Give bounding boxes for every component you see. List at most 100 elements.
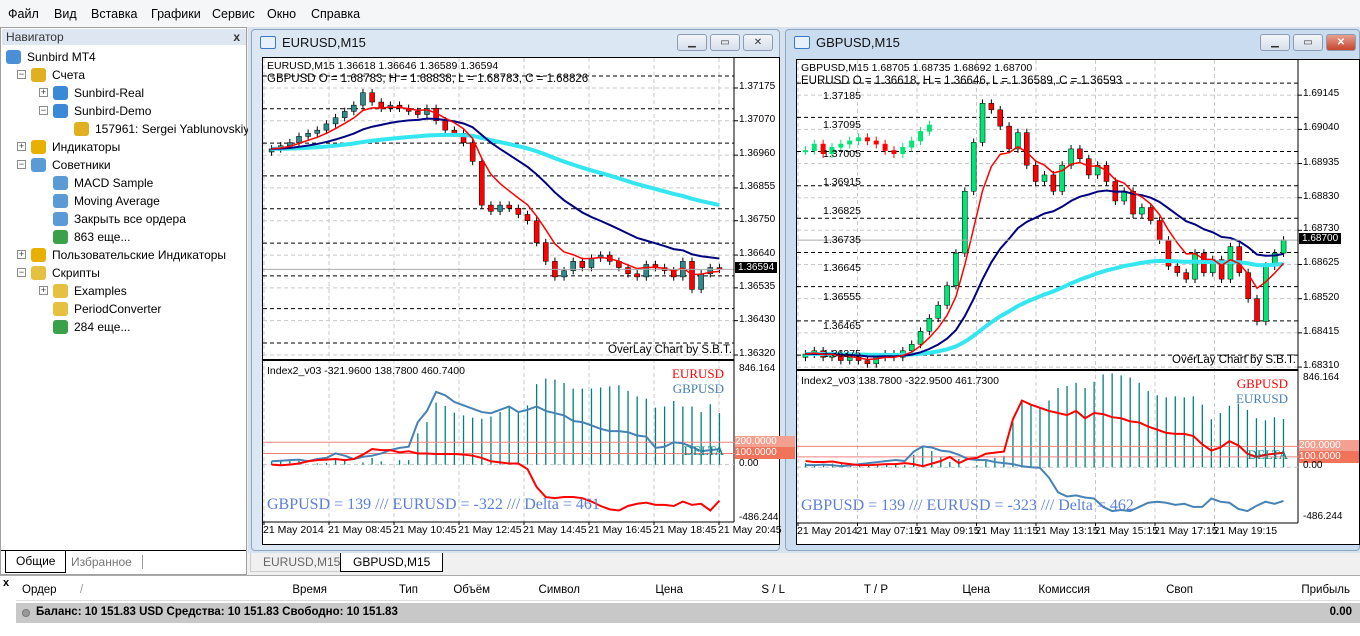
column-header-6[interactable]: S / L — [761, 584, 785, 596]
menu-file[interactable]: Файл — [8, 7, 39, 21]
bull-candle — [962, 190, 968, 254]
tree-item-server[interactable]: + Sunbird-Real — [31, 84, 241, 102]
status-dot-icon — [22, 609, 30, 617]
menu-insert[interactable]: Вставка — [91, 7, 137, 21]
collapse-icon[interactable]: − — [39, 106, 48, 115]
close-button[interactable]: ✕ — [743, 34, 773, 51]
globe-icon — [53, 320, 68, 334]
expand-icon[interactable]: + — [17, 142, 26, 151]
script-icon — [53, 284, 68, 298]
column-header-10[interactable]: Своп — [1166, 584, 1193, 596]
menu-charts[interactable]: Графики — [151, 7, 201, 21]
indicator-axis-label: 0.00 — [739, 457, 759, 469]
tree-item-indicator[interactable]: + Пользовательские Индикаторы — [9, 246, 241, 264]
chart-eurusd[interactable]: 21 May 2014 21 May 08:45 21 May 10:45 21 Ma… — [262, 57, 795, 545]
watermark: OverLay Chart by S.B.T. — [608, 344, 732, 356]
tree-item-server[interactable]: − Sunbird-Demo — [31, 102, 241, 120]
tree-item-globe[interactable]: 284 еще... — [31, 318, 241, 336]
tree-label: 157961: Sergei Yablunovskiy — [95, 122, 250, 136]
collapse-icon[interactable]: − — [17, 160, 26, 169]
bull-candle — [1280, 239, 1287, 254]
bear-candle — [524, 214, 531, 221]
tree-item-indicator[interactable]: + Индикаторы — [9, 138, 241, 156]
tree-item-accounts[interactable]: − Счета — [9, 66, 241, 84]
tree-label: 284 еще... — [74, 320, 131, 334]
navigator-close-icon[interactable]: x — [233, 29, 240, 45]
bear-candle — [625, 267, 631, 275]
tree-item-expert[interactable]: MACD Sample — [31, 174, 241, 192]
column-header-4[interactable]: Символ — [539, 584, 580, 596]
maximize-button[interactable]: ▭ — [710, 34, 740, 51]
bull-candle — [314, 129, 321, 134]
bear-candle — [506, 204, 512, 209]
expand-icon[interactable]: + — [39, 286, 48, 295]
minimize-button[interactable]: ▁ — [677, 34, 707, 51]
expand-icon[interactable]: + — [17, 250, 26, 259]
column-header-9[interactable]: Комиссия — [1038, 584, 1090, 596]
expand-icon[interactable]: + — [39, 88, 48, 97]
menu-tools[interactable]: Сервис — [212, 7, 255, 21]
column-header-5[interactable]: Цена — [655, 584, 683, 596]
maximize-button[interactable]: ▭ — [1293, 34, 1323, 51]
overlay-price-label: 1.37185 — [823, 90, 861, 103]
tree-item-script[interactable]: + Examples — [31, 282, 241, 300]
price-label: 1.68520 — [1303, 291, 1340, 303]
chart-gbpusd[interactable]: 21 May 2014 21 May 07:15 21 May 09:15 21 Ma… — [796, 59, 1360, 545]
bull-candle — [1263, 265, 1269, 322]
price-label: 1.36750 — [739, 213, 776, 225]
bear-candle — [1254, 298, 1260, 322]
time-label: 21 May 13:15 — [1035, 525, 1099, 537]
column-header-2[interactable]: Тип — [399, 584, 418, 596]
bull-candle — [561, 270, 567, 278]
bull-candle — [953, 252, 959, 286]
column-header-11[interactable]: Прибыль — [1301, 584, 1350, 596]
price-label: 1.36430 — [739, 313, 776, 325]
tree-item-user[interactable]: 157961: Sergei Yablunovskiy — [52, 120, 249, 138]
expert-icon — [53, 212, 68, 226]
column-header-8[interactable]: Цена — [962, 584, 990, 596]
navigator-tabs: Общие Избранное — [1, 550, 246, 574]
column-header-1[interactable]: Время — [292, 584, 327, 596]
tree-item-script[interactable]: − Скрипты — [9, 264, 241, 282]
balance-row[interactable]: Баланс: 10 151.83 USD Средства: 10 151.8… — [16, 603, 1360, 623]
time-label: 21 May 14:45 — [523, 524, 587, 536]
tree-item-expert[interactable]: Закрыть все ордера — [31, 210, 241, 228]
tree-item-script[interactable]: PeriodConverter — [31, 300, 241, 318]
overlay-candle — [891, 150, 897, 154]
blue-index-line — [271, 390, 720, 463]
indicator-header: Index2_v03 138.7800 -322.9500 461.7300 — [801, 375, 999, 387]
tree-item-terminal[interactable]: Sunbird MT4 — [0, 48, 241, 66]
close-button[interactable]: ✕ — [1326, 34, 1356, 51]
column-header-7[interactable]: T / P — [864, 584, 888, 596]
tree-item-expert[interactable]: Moving Average — [31, 192, 241, 210]
tree-item-expert[interactable]: − Советники — [9, 156, 241, 174]
menu-help[interactable]: Справка — [311, 7, 360, 21]
time-label: 21 May 16:45 — [588, 524, 652, 536]
price-label: 1.37070 — [739, 113, 776, 125]
collapse-icon[interactable]: − — [17, 268, 26, 277]
minimize-button[interactable]: ▁ — [1260, 34, 1290, 51]
collapse-icon[interactable]: − — [17, 70, 26, 79]
bull-candle — [360, 92, 366, 106]
tree-label: Sunbird MT4 — [27, 50, 96, 64]
menu-view[interactable]: Вид — [54, 7, 77, 21]
bear-candle — [533, 220, 540, 243]
legend-delta: DELTA — [683, 443, 724, 459]
menu-window[interactable]: Окно — [267, 7, 296, 21]
tree-item-globe[interactable]: 863 еще... — [31, 228, 241, 246]
ma-mid-line — [805, 189, 1284, 358]
tab-common[interactable]: Общие — [5, 551, 67, 573]
column-header-3[interactable]: Объём — [453, 584, 490, 596]
chart-tabs-bar: EURUSD,M15 GBPUSD,M15 — [248, 553, 1360, 573]
column-header-0[interactable]: Ордер — [22, 584, 57, 596]
navigator-title: Навигатор — [6, 30, 64, 44]
terminal-close-icon[interactable]: x — [3, 577, 9, 589]
chart-tab-gbpusd[interactable]: GBPUSD,M15 — [340, 553, 444, 572]
overlay-price-label: 1.36735 — [823, 233, 861, 246]
overlay-candle — [900, 146, 906, 154]
server-icon — [53, 86, 68, 100]
legend-gbpusd: GBPUSD — [1236, 376, 1288, 391]
tab-favorites[interactable]: Избранное — [61, 555, 143, 569]
accounts-icon — [31, 68, 46, 82]
chart-tab-eurusd[interactable]: EURUSD,M15 — [250, 553, 354, 572]
